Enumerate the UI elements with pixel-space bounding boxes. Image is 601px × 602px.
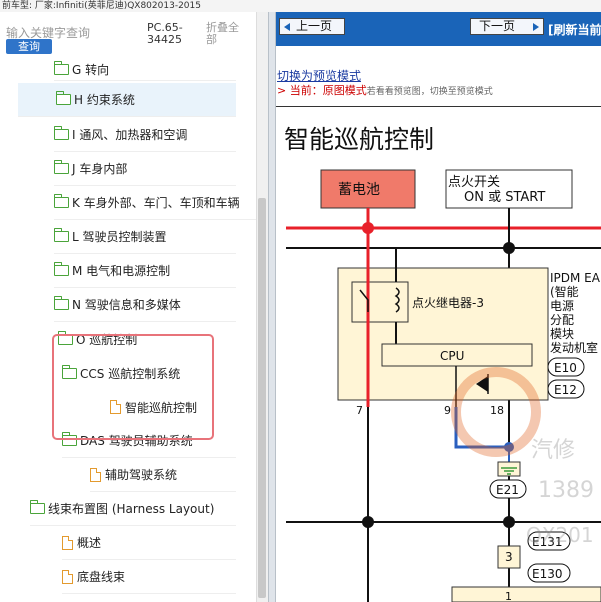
svg-text:发动机室: 发动机室 [550, 340, 598, 355]
tree-item-label: G 转向 [72, 63, 110, 77]
tree-item-label: 底盘线束 [77, 570, 126, 584]
panel-splitter[interactable] [268, 12, 276, 602]
left-panel: 输入关键字查询 查询 PC.65-34425 折叠全部 G 转向 H 约束系统 … [0, 12, 268, 602]
svg-text:IPDM EA: IPDM EA [550, 271, 601, 285]
window-title-strip: 前车型: 厂家:Infiniti(英菲尼迪)QX802013-2015 [0, 0, 601, 12]
svg-text:9: 9 [444, 404, 451, 417]
refresh-link[interactable]: [刷新当前 [548, 21, 601, 38]
open-folder-icon [30, 500, 45, 514]
svg-text:分配: 分配 [550, 313, 574, 327]
folder-icon [54, 228, 69, 242]
current-mode: 原图模式 [322, 84, 367, 97]
document-icon [62, 535, 73, 550]
prev-page-button[interactable]: 上一页 [279, 18, 345, 35]
junction-dot [503, 242, 515, 254]
tree-item-overview[interactable]: 概述 [62, 526, 236, 560]
search-button[interactable]: 查询 [6, 39, 52, 54]
svg-text:7: 7 [356, 404, 363, 417]
svg-text:E12: E12 [554, 383, 577, 397]
tree-item-harness-layout[interactable]: 线束布置图 (Harness Layout) [30, 492, 236, 526]
ignition-label-1: 点火开关 [448, 175, 500, 190]
tree-item-j[interactable]: J 车身内部 [54, 152, 236, 186]
svg-text:模块: 模块 [550, 327, 574, 341]
collapse-all-button[interactable]: 折叠全部 [206, 22, 246, 46]
tree-item-label: 辅助驾驶系统 [105, 468, 178, 482]
folder-icon [54, 194, 69, 208]
tree-item-i[interactable]: I 通风、加热器和空调 [54, 118, 236, 152]
junction-dot [362, 222, 374, 234]
tree-item-n[interactable]: N 驾驶信息和多媒体 [54, 288, 236, 322]
tree-item-label: H 约束系统 [74, 93, 135, 107]
cpu-label: CPU [440, 349, 464, 363]
tree-item-l[interactable]: L 驾驶员控制装置 [54, 220, 236, 254]
tree-item-k[interactable]: K 车身外部、车门、车顶和车辆 [54, 186, 256, 220]
svg-text:E10: E10 [554, 361, 577, 375]
document-icon [90, 467, 101, 482]
tree-item-label: K 车身外部、车门、车顶和车辆 [72, 196, 240, 210]
current-mode-line: > 当前：原图模式若看看预览图，切换至预览模式 [277, 84, 493, 97]
tree-item-label: L 驾驶员控制装置 [72, 230, 167, 244]
folder-icon [54, 296, 69, 310]
document-icon [62, 569, 73, 584]
tree-item-chassis-harness[interactable]: 底盘线束 [62, 560, 236, 594]
tree-item-label: 线束布置图 (Harness Layout) [48, 502, 215, 516]
svg-text:E21: E21 [496, 483, 519, 497]
arrow-right-icon [533, 23, 539, 31]
navigation-tree: G 转向 H 约束系统 I 通风、加热器和空调 J 车身内部 K 车身外部、车门… [0, 59, 256, 602]
search-area: 输入关键字查询 查询 PC.65-34425 折叠全部 [0, 12, 256, 56]
folder-icon [56, 91, 71, 105]
ignition-label-2: ON 或 START [464, 190, 545, 205]
folder-icon [54, 262, 69, 276]
tree-item-h[interactable]: H 约束系统 [18, 83, 236, 117]
next-page-button[interactable]: 下一页 [470, 18, 544, 35]
wiring-diagram: 蓄电池 点火开关 ON 或 START 点火继电器-3 CPU IPDM EA … [286, 169, 601, 602]
folder-icon [54, 61, 69, 75]
battery-label: 蓄电池 [338, 182, 380, 198]
svg-text:3: 3 [505, 550, 513, 564]
page-nav-bar: 上一页 下一页 [刷新当前 [276, 12, 601, 46]
tree-item-label: N 驾驶信息和多媒体 [72, 298, 181, 312]
tree-item-m[interactable]: M 电气和电源控制 [54, 254, 236, 288]
svg-text:电源: 电源 [550, 299, 574, 313]
mode-hint: 若看看预览图，切换至预览模式 [366, 87, 493, 97]
horizontal-rule [276, 106, 601, 107]
svg-text:E130: E130 [532, 567, 563, 581]
lower-module [451, 586, 601, 602]
tree-item-label: 概述 [77, 536, 102, 550]
folder-icon [54, 160, 69, 174]
content-panel: 上一页 下一页 [刷新当前 切换为预览模式 > 当前：原图模式若看看预览图，切换… [276, 12, 601, 602]
tree-item-g[interactable]: G 转向 [54, 59, 236, 81]
red-highlight-annotation [52, 334, 214, 440]
svg-text:1389: 1389 [538, 478, 594, 503]
svg-text:(智能: (智能 [550, 284, 579, 299]
relay-label: 点火继电器-3 [412, 296, 484, 310]
page-title: 智能巡航控制 [284, 125, 435, 154]
tree-item-driver-assist[interactable]: 辅助驾驶系统 [90, 458, 236, 492]
pc-label: PC.65-34425 [147, 21, 183, 46]
arrow-left-icon [284, 23, 290, 31]
svg-text:汽修: 汽修 [531, 438, 575, 463]
svg-text:QX201: QX201 [526, 523, 594, 547]
folder-icon [54, 126, 69, 140]
tree-item-label: J 车身内部 [72, 162, 128, 176]
svg-text:18: 18 [490, 404, 504, 417]
tree-scrollbar-thumb[interactable] [258, 198, 266, 598]
tree-item-label: I 通风、加热器和空调 [72, 128, 188, 142]
tree-item-label: M 电气和电源控制 [72, 264, 171, 278]
svg-text:1: 1 [505, 590, 512, 602]
